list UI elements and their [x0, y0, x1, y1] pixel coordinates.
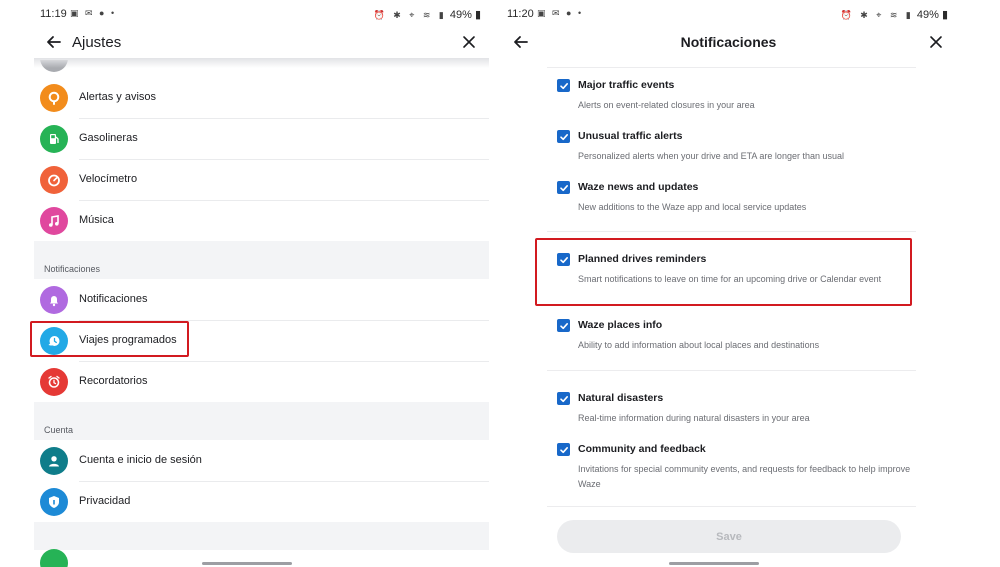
section-spacer [34, 522, 489, 550]
option-title: Waze places info [578, 319, 663, 331]
speedometer-icon [40, 166, 68, 194]
section-header-account: Cuenta [34, 402, 489, 440]
battery-icon: ▮ [938, 9, 948, 21]
option-title: Natural disasters [578, 392, 664, 404]
option-description: Ability to add information about local p… [578, 340, 820, 350]
status-bar: 11:20 ▣ ✉ ● • ⏰ ✱ ⌖ ≋ ▮ 49% ▮ [501, 0, 956, 28]
home-indicator[interactable] [202, 562, 292, 565]
checkbox-checked-icon[interactable] [557, 130, 570, 143]
settings-item-label: Velocímetro [79, 173, 138, 185]
partial-item-icon [40, 549, 68, 567]
scroll-shadow [34, 58, 489, 68]
divider [547, 506, 916, 507]
settings-item-label: Cuenta e inicio de sesión [79, 454, 202, 466]
settings-item-label: Música [79, 214, 114, 226]
option-title: Waze news and updates [578, 181, 699, 193]
settings-item-label: Viajes programados [79, 334, 177, 346]
page-title: Ajustes [72, 34, 122, 51]
home-indicator[interactable] [669, 562, 759, 565]
option-title: Unusual traffic alerts [578, 130, 683, 142]
back-arrow-icon[interactable] [44, 32, 64, 52]
section-header-notifications: Notificaciones [34, 241, 489, 279]
settings-item-label: Notificaciones [79, 293, 148, 305]
checkbox-checked-icon[interactable] [557, 319, 570, 332]
music-note-icon [40, 207, 68, 235]
option-description: Personalized alerts when your drive and … [578, 151, 844, 161]
settings-item-reminders[interactable]: Recordatorios [34, 362, 489, 402]
divider [547, 231, 916, 232]
notification-option[interactable]: Natural disasters Real-time information … [557, 392, 916, 432]
close-icon[interactable] [459, 32, 479, 52]
notification-icons: ▣ ✉ ● • [70, 8, 117, 18]
settings-item-speedometer[interactable]: Velocímetro [34, 160, 489, 200]
section-label: Cuenta [44, 425, 74, 435]
settings-item-music[interactable]: Música [34, 201, 489, 241]
account-icon [40, 447, 68, 475]
notifications-screen: 11:20 ▣ ✉ ● • ⏰ ✱ ⌖ ≋ ▮ 49% ▮ Notificacio… [501, 0, 956, 567]
divider [547, 67, 916, 68]
option-title: Planned drives reminders [578, 253, 707, 265]
system-icons: ⏰ ✱ ⌖ ≋ ▮ [840, 10, 914, 20]
option-description: New additions to the Waze app and local … [578, 202, 807, 212]
bell-icon [40, 286, 68, 314]
checkbox-checked-icon[interactable] [557, 79, 570, 92]
settings-item-label: Privacidad [79, 495, 131, 507]
notification-option[interactable]: Waze news and updates New additions to t… [557, 181, 916, 221]
battery-level: 49% [449, 9, 472, 21]
option-description: Invitations for special community events… [578, 464, 911, 489]
notification-option[interactable]: Waze places info Ability to add informat… [557, 319, 916, 359]
privacy-shield-icon [40, 488, 68, 516]
settings-item-label: Recordatorios [79, 375, 148, 387]
app-bar: Notificaciones [501, 28, 956, 58]
section-label: Notificaciones [44, 264, 101, 274]
notification-option[interactable]: Major traffic events Alerts on event-rel… [557, 79, 916, 119]
notification-icons: ▣ ✉ ● • [537, 8, 584, 18]
alert-pin-icon [40, 84, 68, 112]
planned-drive-icon [40, 327, 68, 355]
notification-option[interactable]: Unusual traffic alerts Personalized aler… [557, 130, 916, 170]
option-description: Alerts on event-related closures in your… [578, 100, 755, 110]
option-title: Major traffic events [578, 79, 675, 91]
checkbox-checked-icon[interactable] [557, 443, 570, 456]
status-bar: 11:19 ▣ ✉ ● • ⏰ ✱ ⌖ ≋ ▮ 49% ▮ [34, 0, 489, 28]
settings-item-privacy[interactable]: Privacidad [34, 482, 489, 522]
settings-item-account[interactable]: Cuenta e inicio de sesión [34, 441, 489, 481]
settings-item-label: Gasolineras [79, 132, 138, 144]
settings-item-alerts[interactable]: Alertas y avisos [34, 78, 489, 118]
checkbox-checked-icon[interactable] [557, 253, 570, 266]
page-title: Notificaciones [680, 34, 777, 50]
checkbox-checked-icon[interactable] [557, 392, 570, 405]
settings-item-gas-stations[interactable]: Gasolineras [34, 119, 489, 159]
settings-screen: 11:19 ▣ ✉ ● • ⏰ ✱ ⌖ ≋ ▮ 49% ▮ Ajustes Ale… [34, 0, 489, 567]
notification-option[interactable]: Planned drives reminders Smart notificat… [557, 253, 916, 305]
option-description: Real-time information during natural dis… [578, 413, 810, 423]
alarm-clock-icon [40, 368, 68, 396]
option-title: Community and feedback [578, 443, 706, 455]
status-time: 11:20 [507, 8, 534, 20]
status-right: ⏰ ✱ ⌖ ≋ ▮ 49% ▮ [841, 8, 948, 21]
notification-option[interactable]: Community and feedback Invitations for s… [557, 443, 916, 495]
status-right: ⏰ ✱ ⌖ ≋ ▮ 49% ▮ [374, 8, 481, 21]
option-description: Smart notifications to leave on time for… [578, 274, 882, 284]
settings-item-label: Alertas y avisos [79, 91, 157, 103]
divider [547, 370, 916, 371]
app-bar: Ajustes [34, 28, 489, 58]
save-button[interactable]: Save [557, 520, 901, 553]
battery-icon: ▮ [471, 9, 481, 21]
system-icons: ⏰ ✱ ⌖ ≋ ▮ [373, 10, 447, 20]
close-icon[interactable] [926, 32, 946, 52]
settings-item-planned-drives[interactable]: Viajes programados [34, 321, 489, 361]
battery-level: 49% [916, 9, 939, 21]
fuel-icon [40, 125, 68, 153]
settings-item-notifications[interactable]: Notificaciones [34, 280, 489, 320]
status-time: 11:19 [40, 8, 67, 20]
checkbox-checked-icon[interactable] [557, 181, 570, 194]
